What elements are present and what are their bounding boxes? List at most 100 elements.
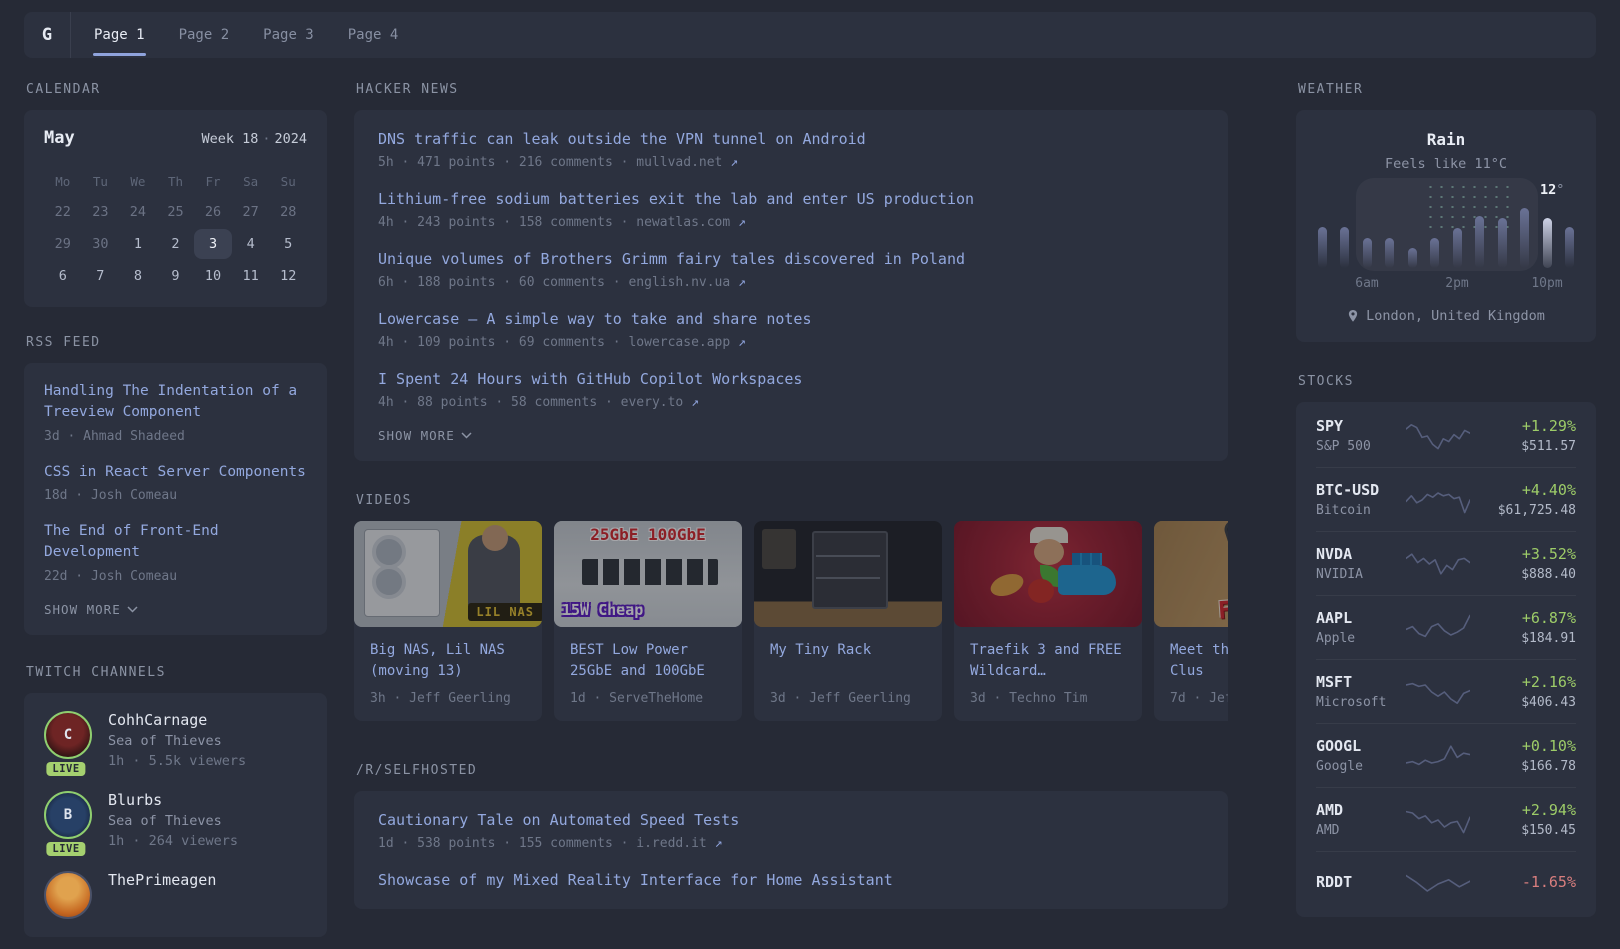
calendar-day: 24	[129, 204, 147, 220]
stock-name: NVIDIA	[1316, 567, 1363, 582]
rss-feed-widget: Handling The Indentation of a Treeview C…	[24, 363, 327, 635]
stock-row[interactable]: RDDT -1.65%	[1316, 852, 1576, 915]
twitch-channel-row[interactable]: C LIVE CohhCarnage Sea of Thieves 1h · 5…	[44, 710, 307, 776]
weather-bar	[1362, 238, 1372, 268]
twitch-channel-name[interactable]: Blurbs	[108, 791, 238, 809]
reddit-meta-text: 1d · 538 points · 155 comments ·	[378, 836, 629, 852]
hn-item-domain[interactable]: every.to	[621, 395, 684, 410]
video-title[interactable]: Big NAS, Lil NAS (moving 13)	[370, 640, 526, 682]
video-thumbnail[interactable]	[754, 521, 942, 628]
stock-change: -1.65%	[1521, 872, 1576, 891]
weekday-label: Su	[280, 174, 296, 189]
hn-item-title[interactable]: Lithium-free sodium batteries exit the l…	[378, 188, 1204, 210]
hn-meta-text: 6h · 188 points · 60 comments ·	[378, 275, 621, 291]
hn-item-domain[interactable]: english.nv.ua	[628, 275, 730, 290]
calendar-day: 10	[204, 268, 222, 284]
weather-location-text: London, United Kingdom	[1366, 308, 1545, 324]
calendar-day: 12	[280, 268, 297, 284]
calendar-week: Week 18	[201, 131, 259, 147]
stock-sparkline	[1406, 744, 1470, 765]
video-thumbnail[interactable]: LIL NAS	[354, 521, 542, 628]
tab-page-3[interactable]: Page 3	[246, 12, 331, 58]
stock-change: +0.10%	[1521, 737, 1576, 755]
separator-dot: ·	[262, 131, 271, 147]
video-title[interactable]: BEST Low Power 25GbE and 100GbE Switch…	[570, 640, 726, 682]
weekday-label: Mo	[55, 174, 71, 189]
video-thumbnail[interactable]: 25GbE 100GbE 15W Cheap	[554, 521, 742, 628]
video-card[interactable]: FAS Meet the new Linux Clus 7d · Jeff Ge…	[1154, 521, 1228, 722]
video-title[interactable]: Traefik 3 and FREE Wildcard…	[970, 640, 1126, 682]
stock-row[interactable]: AAPL Apple +6.87% $184.91	[1316, 596, 1576, 660]
stock-price: $184.91	[1521, 631, 1576, 646]
video-thumbnail[interactable]	[954, 521, 1142, 628]
stock-price: $166.78	[1521, 759, 1576, 774]
avatar: B LIVE	[44, 790, 92, 856]
video-card[interactable]: LIL NAS Big NAS, Lil NAS (moving 13) 3h …	[354, 521, 542, 722]
app-logo[interactable]: G	[24, 12, 70, 58]
weather-bars	[1318, 206, 1574, 268]
rss-item-title[interactable]: The End of Front-End Development	[44, 521, 307, 564]
right-sidebar: WEATHER Rain Feels like 11°C 12° 6am 2pm…	[1296, 82, 1596, 917]
external-link-icon: ↗	[738, 215, 746, 231]
stock-row[interactable]: NVDA NVIDIA +3.52% $888.40	[1316, 532, 1576, 596]
twitch-channel-row[interactable]: B LIVE Blurbs Sea of Thieves 1h · 264 vi…	[44, 790, 307, 856]
video-title[interactable]: My Tiny Rack	[770, 640, 926, 682]
video-card[interactable]: Traefik 3 and FREE Wildcard… 3d · Techno…	[954, 521, 1142, 722]
rss-item-meta: 18d · Josh Comeau	[44, 487, 178, 503]
calendar-day: 27	[242, 204, 259, 220]
stock-row[interactable]: MSFT Microsoft +2.16% $406.43	[1316, 660, 1576, 724]
hn-item-title[interactable]: I Spent 24 Hours with GitHub Copilot Wor…	[378, 368, 1204, 390]
left-sidebar: CALENDAR May Week 18 · 2024 Mo Tu We Th Fr…	[24, 82, 327, 937]
stock-change: +4.40%	[1521, 481, 1576, 499]
rss-item-title[interactable]: Handling The Indentation of a Treeview C…	[44, 381, 307, 424]
hn-item-domain[interactable]: lowercase.app	[628, 335, 730, 350]
stock-row[interactable]: BTC-USD Bitcoin +4.40% $61,725.48	[1316, 468, 1576, 532]
tab-page-4[interactable]: Page 4	[331, 12, 416, 58]
stock-row[interactable]: GOOGL Google +0.10% $166.78	[1316, 724, 1576, 788]
stock-row[interactable]: SPY S&P 500 +1.29% $511.57	[1316, 404, 1576, 468]
video-card[interactable]: 25GbE 100GbE 15W Cheap BEST Low Power 25…	[554, 521, 742, 722]
stock-name: Apple	[1316, 631, 1356, 646]
stock-row[interactable]: AMD AMD +2.94% $150.45	[1316, 788, 1576, 852]
stock-change: +6.87%	[1521, 609, 1576, 627]
rss-show-more-button[interactable]: SHOW MORE	[44, 602, 307, 617]
twitch-channel-name[interactable]: CohhCarnage	[108, 711, 246, 729]
video-meta: 7d · Jeff Geerling	[1170, 691, 1228, 707]
stock-symbol: MSFT	[1316, 673, 1353, 691]
video-thumbnail[interactable]: FAS	[1154, 521, 1228, 628]
video-card[interactable]: My Tiny Rack 3d · Jeff Geerling	[754, 521, 942, 722]
hn-item-domain[interactable]: newatlas.com	[636, 215, 730, 230]
video-title[interactable]: Meet the new Linux Clus	[1170, 640, 1228, 682]
hn-item-title[interactable]: Unique volumes of Brothers Grimm fairy t…	[378, 248, 1204, 270]
calendar-day: 1	[133, 236, 142, 252]
show-more-label: SHOW MORE	[44, 601, 121, 617]
weather-feels-like: Feels like 11°C	[1385, 156, 1507, 172]
hn-item: Unique volumes of Brothers Grimm fairy t…	[378, 248, 1204, 290]
reddit-item-title[interactable]: Cautionary Tale on Automated Speed Tests	[378, 809, 1204, 831]
calendar-day: 5	[284, 236, 293, 252]
stock-sparkline	[1406, 682, 1470, 704]
hn-item-title[interactable]: Lowercase – A simple way to take and sha…	[378, 308, 1204, 330]
live-badge: LIVE	[46, 761, 86, 776]
twitch-channel-row[interactable]: ThePrimeagen	[44, 870, 307, 919]
videos-section-label: VIDEOS	[356, 493, 412, 509]
calendar-day: 30	[92, 236, 109, 252]
tab-page-1[interactable]: Page 1	[77, 12, 162, 58]
reddit-item-domain[interactable]: i.redd.it	[636, 836, 706, 851]
twitch-channel-name[interactable]: ThePrimeagen	[108, 871, 216, 889]
weather-condition: Rain	[1426, 130, 1466, 149]
weather-bar	[1452, 228, 1462, 268]
hn-show-more-button[interactable]: SHOW MORE	[378, 428, 1204, 443]
time-tick: 2pm	[1445, 276, 1469, 291]
calendar-day: 2	[171, 236, 180, 252]
rss-item-title[interactable]: CSS in React Server Components	[44, 462, 307, 483]
hn-item-domain[interactable]: mullvad.net	[636, 155, 722, 170]
hn-item-title[interactable]: DNS traffic can leak outside the VPN tun…	[378, 128, 1204, 150]
weather-bar	[1564, 227, 1574, 268]
video-meta: 1d · ServeTheHome	[570, 691, 704, 707]
tab-page-2[interactable]: Page 2	[162, 12, 247, 58]
weather-bar-highlighted	[1542, 218, 1552, 268]
reddit-item-title[interactable]: Showcase of my Mixed Reality Interface f…	[378, 869, 1204, 891]
stock-symbol: NVDA	[1316, 545, 1353, 563]
location-pin-icon	[1348, 310, 1358, 322]
